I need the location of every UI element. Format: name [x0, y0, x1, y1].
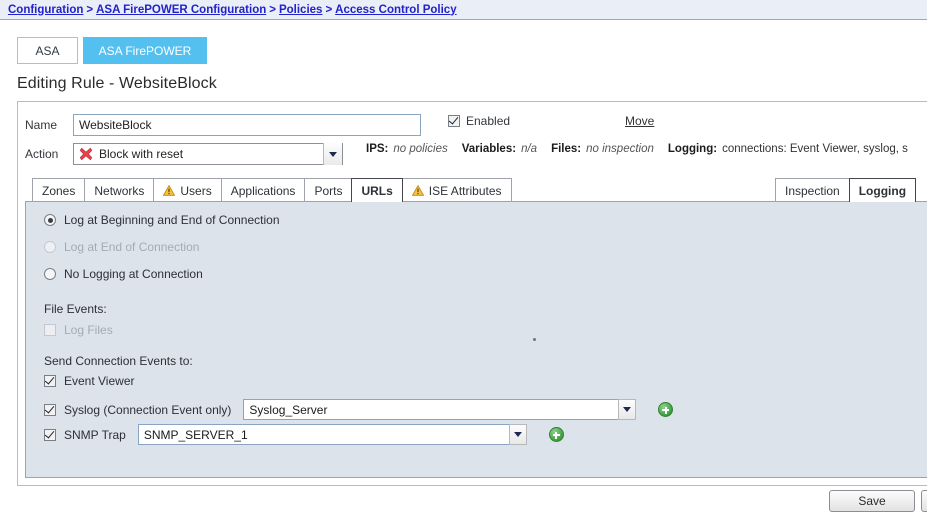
- move-link[interactable]: Move: [625, 114, 654, 128]
- log-option-end-label: Log at End of Connection: [64, 240, 200, 254]
- file-events-label: File Events:: [44, 302, 107, 316]
- add-snmp-server-icon[interactable]: [548, 427, 564, 442]
- cancel-button[interactable]: Cancel: [921, 490, 927, 512]
- warning-triangle-icon: [411, 184, 424, 196]
- tab-networks[interactable]: Networks: [84, 178, 155, 202]
- log-option-end-radio: [44, 241, 56, 253]
- syslog-server-select[interactable]: Syslog_Server: [243, 399, 637, 420]
- logging-tab-panel: Log at Beginning and End of Connection L…: [25, 201, 927, 478]
- syslog-chevron-down-icon[interactable]: [618, 399, 637, 420]
- meta-ips-value: no policies: [393, 143, 448, 155]
- app-screen: Configuration > ASA FirePOWER Configurat…: [0, 0, 927, 520]
- tab-applications[interactable]: Applications: [220, 178, 306, 202]
- cursor-artifact: [533, 338, 536, 341]
- breadcrumb-item-asa-firepower-configuration[interactable]: ASA FirePOWER Configuration: [96, 4, 266, 16]
- syslog-label: Syslog (Connection Event only): [64, 402, 232, 417]
- snmp-trap-checkbox[interactable]: [44, 428, 56, 441]
- tab-networks-label: Networks: [94, 183, 145, 198]
- snmp-server-value: SNMP_SERVER_1: [143, 427, 248, 442]
- tab-urls-label: URLs: [361, 183, 393, 198]
- tab-inspection[interactable]: Inspection: [775, 178, 850, 202]
- log-option-begin-end-row[interactable]: Log at Beginning and End of Connection: [44, 213, 280, 227]
- log-option-none-row[interactable]: No Logging at Connection: [44, 267, 203, 281]
- rule-action-value: Block with reset: [99, 147, 184, 161]
- syslog-server-value: Syslog_Server: [249, 402, 328, 417]
- rule-enabled-group: Enabled: [448, 114, 510, 128]
- tab-logging[interactable]: Logging: [848, 178, 917, 202]
- rule-action-label: Action: [25, 147, 59, 161]
- tab-zones-label: Zones: [42, 183, 76, 198]
- meta-variables-label: Variables:: [461, 143, 517, 155]
- device-tab-asa-firepower[interactable]: ASA FirePOWER: [83, 37, 207, 64]
- meta-variables-value: n/a: [521, 143, 538, 155]
- rule-action-chevron-down-icon[interactable]: [323, 143, 342, 165]
- breadcrumb-item-access-control-policy[interactable]: Access Control Policy: [335, 4, 456, 16]
- event-viewer-label: Event Viewer: [64, 374, 135, 388]
- syslog-row: Syslog (Connection Event only) Syslog_Se…: [44, 399, 674, 420]
- event-viewer-row[interactable]: Event Viewer: [44, 374, 134, 388]
- tab-inspection-label: Inspection: [785, 183, 840, 198]
- syslog-checkbox[interactable]: [44, 403, 56, 416]
- tab-applications-label: Applications: [230, 183, 296, 198]
- rule-enabled-checkbox[interactable]: [448, 115, 460, 127]
- log-option-none-radio[interactable]: [44, 268, 56, 280]
- tab-ise-attributes-label: ISE Attributes: [428, 183, 502, 198]
- tab-ports[interactable]: Ports: [304, 178, 353, 202]
- tab-ise-attributes[interactable]: ISE Attributes: [401, 178, 512, 202]
- breadcrumb-separator: >: [86, 3, 94, 16]
- rule-tab-group-right: Inspection Logging: [775, 178, 917, 202]
- rule-meta-strip: IPS: no policies Variables: n/a Files: n…: [366, 143, 908, 155]
- log-files-checkbox: [44, 324, 56, 336]
- log-option-begin-end-label: Log at Beginning and End of Connection: [64, 213, 280, 227]
- log-option-begin-end-radio[interactable]: [44, 214, 56, 226]
- rule-tab-group-left: Zones Networks Users Applications Ports …: [32, 178, 512, 202]
- device-tab-bar: ASA ASA FirePOWER: [17, 37, 207, 64]
- tab-users-label: Users: [180, 183, 212, 198]
- meta-files-label: Files:: [551, 143, 582, 155]
- log-option-end-row: Log at End of Connection: [44, 240, 199, 254]
- rule-name-row: Name: [25, 114, 421, 136]
- rule-name-label: Name: [25, 118, 58, 132]
- add-syslog-server-icon[interactable]: [658, 402, 674, 417]
- snmp-server-select[interactable]: SNMP_SERVER_1: [137, 424, 527, 445]
- rule-action-row: Action Block with reset: [25, 143, 343, 165]
- tab-ports-label: Ports: [314, 183, 343, 198]
- save-button[interactable]: Save: [829, 490, 915, 512]
- warning-triangle-icon: [163, 184, 176, 196]
- device-tab-asa[interactable]: ASA: [17, 37, 78, 64]
- breadcrumb-separator: >: [325, 3, 333, 16]
- dialog-footer: Save Cancel: [17, 486, 927, 520]
- tab-urls[interactable]: URLs: [351, 178, 403, 202]
- breadcrumb-item-policies[interactable]: Policies: [279, 4, 322, 16]
- breadcrumb: Configuration > ASA FirePOWER Configurat…: [0, 0, 927, 20]
- device-tab-asa-label: ASA: [35, 43, 60, 58]
- log-files-label: Log Files: [64, 323, 113, 337]
- meta-logging-label: Logging:: [667, 143, 718, 155]
- rule-editor-panel: Name Enabled Move Action Block with rese…: [17, 101, 927, 486]
- device-tab-asa-firepower-label: ASA FirePOWER: [98, 43, 192, 58]
- rule-name-input[interactable]: [73, 114, 421, 136]
- tab-users[interactable]: Users: [153, 178, 222, 202]
- tab-zones[interactable]: Zones: [32, 178, 86, 202]
- snmp-chevron-down-icon[interactable]: [508, 424, 527, 445]
- event-viewer-checkbox[interactable]: [44, 375, 56, 387]
- page-title: Editing Rule - WebsiteBlock: [17, 75, 217, 92]
- rule-tab-strip: Zones Networks Users Applications Ports …: [25, 176, 927, 202]
- rule-enabled-label: Enabled: [466, 114, 511, 128]
- snmp-trap-label: SNMP Trap: [64, 427, 126, 442]
- log-files-row: Log Files: [44, 323, 113, 337]
- meta-ips-label: IPS:: [366, 143, 389, 155]
- block-with-reset-icon: [79, 147, 93, 161]
- meta-logging-value: connections: Event Viewer, syslog, s: [722, 143, 908, 155]
- send-connection-events-label: Send Connection Events to:: [44, 354, 193, 368]
- snmp-trap-row: SNMP Trap SNMP_SERVER_1: [44, 424, 564, 445]
- rule-action-select[interactable]: Block with reset: [73, 143, 343, 165]
- log-option-none-label: No Logging at Connection: [64, 267, 203, 281]
- meta-files-value: no inspection: [586, 143, 654, 155]
- tab-logging-label: Logging: [858, 183, 907, 198]
- breadcrumb-item-configuration[interactable]: Configuration: [8, 4, 83, 16]
- breadcrumb-separator: >: [269, 3, 276, 16]
